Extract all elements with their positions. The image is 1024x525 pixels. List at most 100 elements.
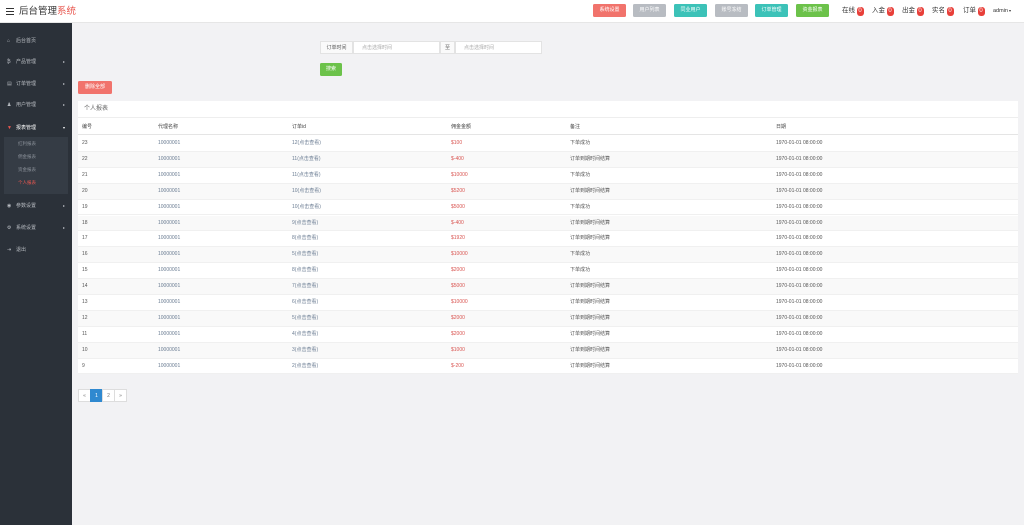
- pagination: « 1 2 »: [78, 389, 127, 402]
- table-row: 18 10000001 9(点击查看) $-400 订单到期时间结算 1970-01-01…: [78, 215, 1018, 232]
- table-row: 15 10000001 8(点击查看) $2000 下单成功 1970-01-01 08:…: [78, 263, 1018, 280]
- sidebar-item-users[interactable]: ♟ 用户管理 ▸: [0, 94, 72, 116]
- menu-toggle-icon[interactable]: [6, 8, 14, 15]
- order-stat[interactable]: 订单 0: [963, 5, 985, 16]
- sidebar-item-home[interactable]: ⌂ 后台首页: [0, 30, 72, 52]
- cell-order-link[interactable]: 8(点击查看): [292, 231, 318, 246]
- cell-order-link[interactable]: 10(点击查看): [292, 200, 321, 215]
- app-title: 后台管理系统: [19, 6, 76, 17]
- cell-date: 1970-01-01 08:00:00: [776, 155, 823, 162]
- chevron-right-icon: ▸: [62, 59, 65, 64]
- cell-order-link[interactable]: 2(点击查看): [292, 359, 318, 374]
- cell-id: 13: [82, 299, 88, 305]
- stat-label: 订单: [963, 7, 976, 14]
- sidebar-item-reports[interactable]: ▼ 报表管理 ▾: [0, 117, 72, 139]
- cell-date: 1970-01-01 08:00:00: [776, 362, 823, 369]
- submenu-item-personal-report[interactable]: 个人报表: [18, 178, 36, 188]
- cell-date: 1970-01-01 08:00:00: [776, 140, 823, 146]
- cell-date: 1970-01-01 08:00:00: [776, 203, 823, 210]
- cell-order-link[interactable]: 7(点击查看): [292, 279, 318, 294]
- cell-commission: $2000: [451, 330, 465, 337]
- cell-note: 订单到期时间结算: [570, 299, 611, 305]
- user-list-button[interactable]: 用户列表: [633, 4, 666, 17]
- cell-id: 15: [82, 267, 88, 274]
- cell-agent: 10000001: [158, 346, 181, 353]
- cell-note: 订单到期时间结算: [570, 187, 611, 194]
- cell-agent: 10000001: [158, 187, 181, 194]
- brand-main: 后台管理: [19, 6, 58, 17]
- user-icon: ♟: [7, 102, 12, 108]
- table-row: 13 10000001 6(点击查看) $10000 订单到期时间结算 1970-01-0…: [78, 295, 1018, 311]
- cell-note: 下单成功: [570, 267, 591, 274]
- column-header-date: 日期: [776, 124, 787, 130]
- cell-order-link[interactable]: 9(点击查看): [292, 216, 318, 231]
- cell-order-link[interactable]: 4(点击查看): [292, 327, 318, 342]
- cell-agent: 10000001: [158, 267, 181, 274]
- cell-agent: 10000001: [158, 362, 181, 369]
- cell-commission: $2000: [451, 314, 465, 321]
- cell-note: 下单成功: [570, 140, 591, 146]
- fund-report-button[interactable]: 资金报表: [796, 4, 829, 17]
- cell-commission: $5000: [451, 283, 465, 290]
- end-time-input[interactable]: [455, 41, 542, 54]
- search-button[interactable]: 搜索: [320, 63, 342, 76]
- sidebar-item-label: 用户管理: [16, 102, 37, 108]
- submenu-item-fund-report[interactable]: 资金报表: [18, 165, 36, 175]
- cell-date: 1970-01-01 08:00:00: [776, 314, 823, 321]
- submenu-item-dividend-report[interactable]: 红利报表: [18, 139, 36, 149]
- cell-commission: $100: [451, 140, 463, 146]
- stat-label: 出金: [902, 7, 915, 14]
- panel-title: 个人报表: [84, 106, 109, 112]
- sidebar-item-orders[interactable]: ▤ 订单管理 ▸: [0, 73, 72, 95]
- cell-order-link[interactable]: 5(点击查看): [292, 311, 318, 326]
- cell-agent: 10000001: [158, 330, 181, 337]
- cell-id: 17: [82, 235, 88, 242]
- sidebar-item-products[interactable]: ₿ 产品管理 ▸: [0, 51, 72, 73]
- cell-order-link[interactable]: 3(点击查看): [292, 343, 318, 358]
- sidebar-item-label: 订单管理: [16, 81, 37, 87]
- cell-order-link[interactable]: 11(点击查看): [292, 168, 321, 183]
- sidebar-item-system[interactable]: ⚙ 系统设置 ▸: [0, 217, 72, 239]
- delete-all-button[interactable]: 删除全部: [78, 81, 112, 94]
- deposit-stat[interactable]: 入金 0: [872, 5, 894, 16]
- table-row: 9 10000001 2(点击查看) $-200 订单到期时间结算 1970-01-01 …: [78, 359, 1018, 375]
- withdraw-count-badge: 0: [916, 7, 924, 16]
- cell-id: 16: [82, 251, 88, 258]
- verify-count-badge: 0: [946, 7, 954, 16]
- product-icon: ₿: [7, 59, 11, 65]
- cell-agent: 10000001: [158, 251, 181, 258]
- table-row: 21 10000001 11(点击查看) $10000 下单成功 1970-01-01 0…: [78, 168, 1018, 184]
- user-menu[interactable]: admin▾: [993, 5, 1011, 17]
- cell-id: 18: [82, 219, 88, 226]
- cell-commission: $1920: [451, 235, 465, 242]
- sidebar-item-parameters[interactable]: ◉ 参数设置 ▸: [0, 195, 72, 217]
- order-management-button[interactable]: 订单管理: [755, 4, 788, 17]
- cell-note: 下单成功: [570, 251, 591, 258]
- peer-users-button[interactable]: 同业用户: [674, 4, 707, 17]
- system-settings-button[interactable]: 系统设置: [593, 4, 626, 17]
- cell-order-link[interactable]: 12(点击查看): [292, 136, 321, 151]
- sidebar-item-logout[interactable]: ⇥ 退出: [0, 239, 72, 261]
- cell-order-link[interactable]: 10(点击查看): [292, 184, 321, 199]
- cell-order-link[interactable]: 6(点击查看): [292, 295, 318, 310]
- date-range-separator: 至: [440, 41, 455, 54]
- table-row: 23 10000001 12(点击查看) $100 下单成功 1970-01-01 08:…: [78, 136, 1018, 152]
- column-header-commission: 佣金金额: [451, 124, 472, 130]
- system-icon: ⚙: [7, 225, 12, 231]
- cell-order-link[interactable]: 5(点击查看): [292, 247, 318, 262]
- cell-date: 1970-01-01 08:00:00: [776, 171, 823, 178]
- deposit-count-badge: 0: [886, 7, 894, 16]
- table-row: 20 10000001 10(点击查看) $5200 订单到期时间结算 1970-01-0…: [78, 183, 1018, 200]
- online-stat[interactable]: 在线 0: [842, 5, 864, 16]
- next-page-button[interactable]: »: [114, 389, 127, 402]
- cell-id: 14: [82, 283, 88, 290]
- table-row: 22 10000001 11(点击查看) $-400 订单到期时间结算 1970-01-0…: [78, 151, 1018, 168]
- verify-stat[interactable]: 实名 0: [932, 5, 954, 16]
- account-freeze-button[interactable]: 账号冻结: [715, 4, 748, 17]
- cell-order-link[interactable]: 8(点击查看): [292, 263, 318, 278]
- cell-commission: $1000: [451, 346, 465, 353]
- submenu-item-commission-report[interactable]: 佣金报表: [18, 152, 36, 162]
- start-time-input[interactable]: [353, 41, 440, 54]
- withdraw-stat[interactable]: 出金 0: [902, 5, 924, 16]
- cell-order-link[interactable]: 11(点击查看): [292, 152, 321, 167]
